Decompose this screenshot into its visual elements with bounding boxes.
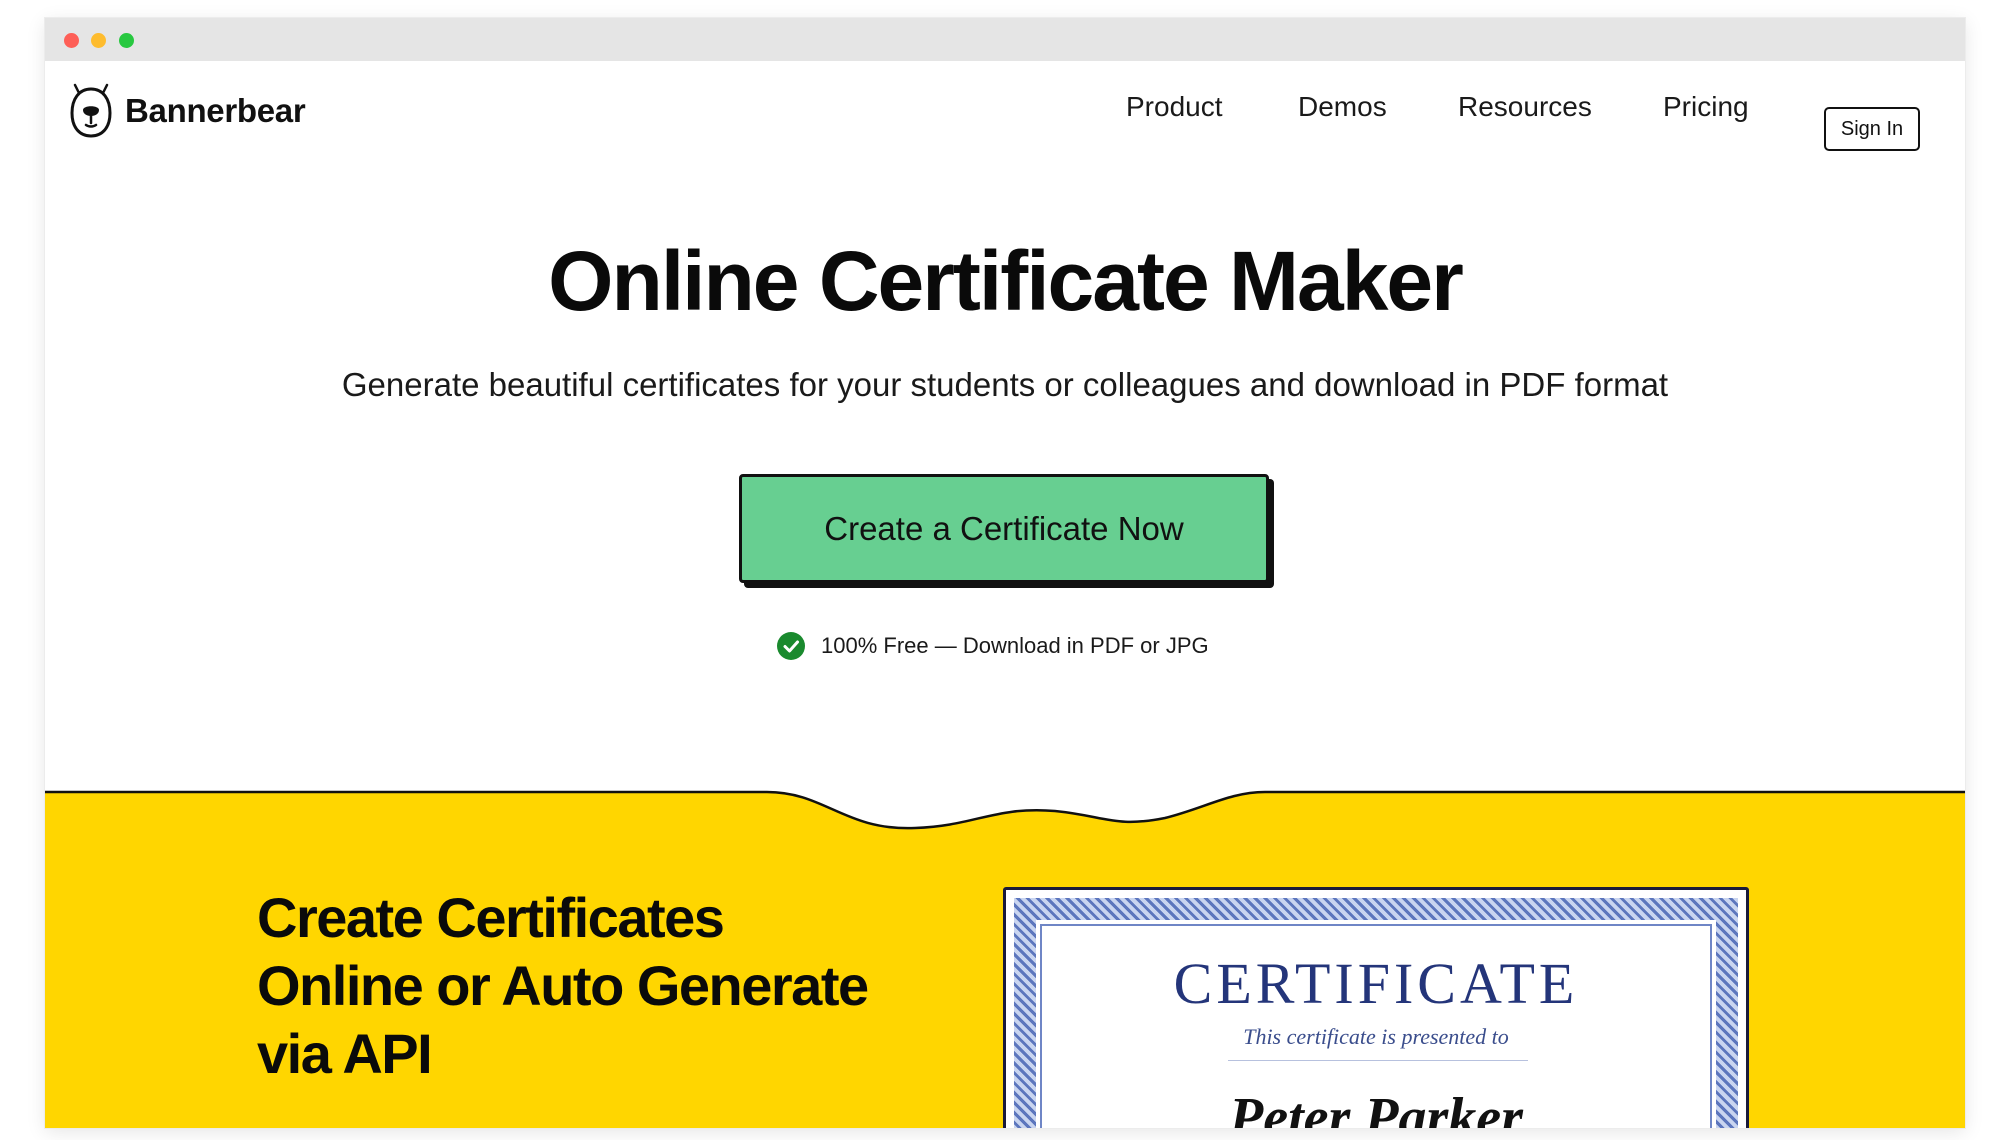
create-certificate-button[interactable]: Create a Certificate Now	[739, 474, 1269, 583]
page-subtitle: Generate beautiful certificates for your…	[341, 366, 1669, 403]
section-title-line: Create Certificates	[257, 886, 725, 949]
browser-window: Bannerbear Product Demos Resources Prici…	[45, 18, 1965, 1128]
certificate-subtitle: This certificate is presented to	[1243, 1024, 1509, 1049]
nav-item-product[interactable]: Product	[1126, 91, 1223, 123]
brand-logo[interactable]: Bannerbear	[69, 83, 306, 139]
section-title-line: via API	[257, 1022, 433, 1085]
maximize-window-button[interactable]	[119, 33, 134, 48]
section-title-line: Online or Auto Generate	[257, 954, 869, 1017]
certificate-divider	[1228, 1060, 1528, 1061]
nav-item-resources[interactable]: Resources	[1458, 91, 1592, 123]
certificate-title: CERTIFICATE	[1173, 951, 1579, 1016]
section-title: Create Certificates Online or Auto Gener…	[257, 884, 869, 1088]
certificate-preview: CERTIFICATE This certificate is presente…	[1003, 887, 1749, 1128]
free-note: 100% Free — Download in PDF or JPG	[777, 631, 1209, 661]
check-circle-icon	[777, 632, 805, 660]
nav-item-demos[interactable]: Demos	[1298, 91, 1387, 123]
window-titlebar	[45, 18, 1965, 61]
nav-item-pricing[interactable]: Pricing	[1663, 91, 1749, 123]
free-note-text: 100% Free — Download in PDF or JPG	[821, 633, 1209, 658]
close-window-button[interactable]	[64, 33, 79, 48]
top-navigation: Bannerbear Product Demos Resources Prici…	[45, 61, 1965, 161]
brand-name: Bannerbear	[125, 92, 306, 129]
certificate-recipient-name: Peter Parker	[1229, 1087, 1523, 1128]
sign-in-button[interactable]: Sign In	[1824, 107, 1920, 151]
bear-icon	[70, 83, 112, 138]
page-title: Online Certificate Maker	[548, 234, 1464, 328]
minimize-window-button[interactable]	[91, 33, 106, 48]
